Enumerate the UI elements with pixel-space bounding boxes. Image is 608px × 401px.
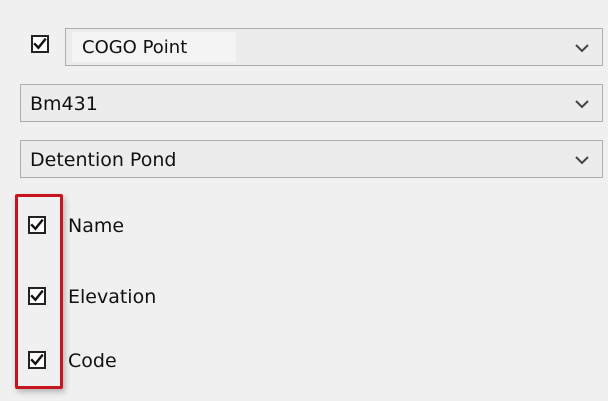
checkbox-highlight-frame — [15, 194, 63, 389]
point-label-style-select[interactable]: Bm431 — [20, 84, 603, 122]
chevron-down-icon[interactable] — [574, 42, 590, 54]
object-type-value: COGO Point — [82, 37, 188, 58]
object-type-select[interactable]: COGO Point — [65, 28, 603, 66]
chevron-down-icon[interactable] — [574, 154, 590, 166]
point-group-select[interactable]: Detention Pond — [20, 140, 603, 178]
point-settings-panel: COGO Point Bm431 Detention Pond Name Ele… — [0, 0, 608, 401]
point-label-style-value: Bm431 — [30, 93, 98, 115]
point-group-value: Detention Pond — [30, 149, 177, 171]
code-option-label: Code — [68, 350, 117, 372]
elevation-option-label: Elevation — [68, 286, 157, 308]
chevron-down-icon[interactable] — [574, 98, 590, 110]
checkmark-icon — [33, 37, 47, 50]
enable-checkbox[interactable] — [31, 35, 49, 53]
name-option-label: Name — [68, 215, 125, 237]
